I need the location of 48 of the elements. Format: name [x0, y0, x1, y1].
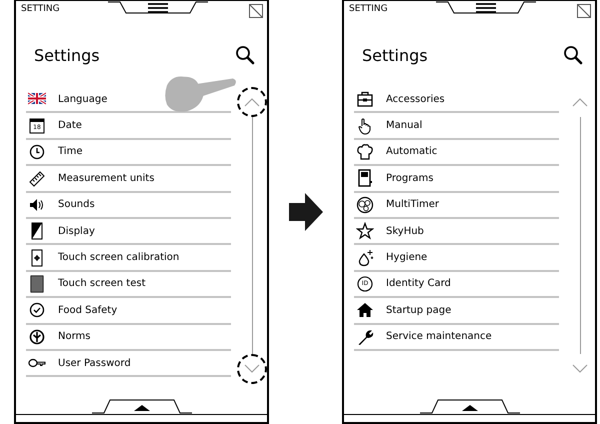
- header-label: SETTING: [348, 3, 389, 14]
- screen-title: Settings: [362, 46, 428, 64]
- wrench-icon: [356, 328, 374, 346]
- menu-item[interactable]: Startup page: [354, 298, 559, 325]
- right-arrow-icon: [288, 193, 322, 231]
- crossed-square-icon[interactable]: [249, 4, 263, 18]
- menu-item[interactable]: Accessories: [354, 87, 559, 114]
- header-label: SETTING: [20, 3, 61, 14]
- menu-item[interactable]: Touch screen calibration: [26, 245, 231, 272]
- menu-item[interactable]: Norms: [26, 324, 231, 351]
- menu-item[interactable]: MultiTimer: [354, 192, 559, 219]
- star-icon: [356, 222, 374, 240]
- briefcase-icon: [356, 90, 374, 108]
- grid-icon: [28, 274, 46, 293]
- menu-item[interactable]: Time: [26, 140, 231, 166]
- drawer-tab-icon[interactable]: [92, 398, 192, 414]
- menu-item[interactable]: Hygiene: [354, 245, 559, 272]
- emblem-icon: [28, 328, 46, 346]
- drop-sparkle-icon: [356, 248, 374, 267]
- chef-hat-icon: [356, 142, 374, 161]
- scroll-down-icon[interactable]: [244, 364, 260, 374]
- drawer-tab-icon[interactable]: [420, 398, 520, 414]
- search-icon[interactable]: [563, 45, 583, 65]
- screen-title: Settings: [34, 46, 100, 64]
- menu-item[interactable]: User Password: [26, 350, 231, 378]
- crossed-square-icon[interactable]: [577, 4, 591, 18]
- menu-item[interactable]: Service maintenance: [354, 324, 559, 351]
- oven-panel-icon: [356, 169, 374, 188]
- menu-item[interactable]: Measurement units: [26, 166, 231, 193]
- check-circle-icon: [28, 301, 46, 320]
- menu-item[interactable]: Manual: [354, 113, 559, 140]
- scroll-down-icon[interactable]: [572, 364, 588, 374]
- menu-item[interactable]: Programs: [354, 166, 559, 193]
- ruler-icon: [28, 169, 46, 188]
- house-icon: [356, 301, 374, 320]
- menu-item[interactable]: Sounds: [26, 192, 231, 219]
- menu-item[interactable]: Display: [26, 218, 231, 246]
- search-icon[interactable]: [235, 45, 255, 65]
- scroll-up-icon[interactable]: [572, 97, 588, 107]
- menu-item[interactable]: Touch screen test: [26, 272, 231, 298]
- menu-item[interactable]: SkyHub: [354, 218, 559, 246]
- multi-timer-icon: [356, 196, 374, 214]
- menu-item[interactable]: Food Safety: [26, 298, 231, 325]
- id-badge-icon: [356, 274, 374, 293]
- clock-icon: [28, 142, 46, 161]
- scroll-up-icon[interactable]: [244, 97, 260, 107]
- calendar-icon: [28, 116, 46, 135]
- menu-item[interactable]: Automatic: [354, 140, 559, 166]
